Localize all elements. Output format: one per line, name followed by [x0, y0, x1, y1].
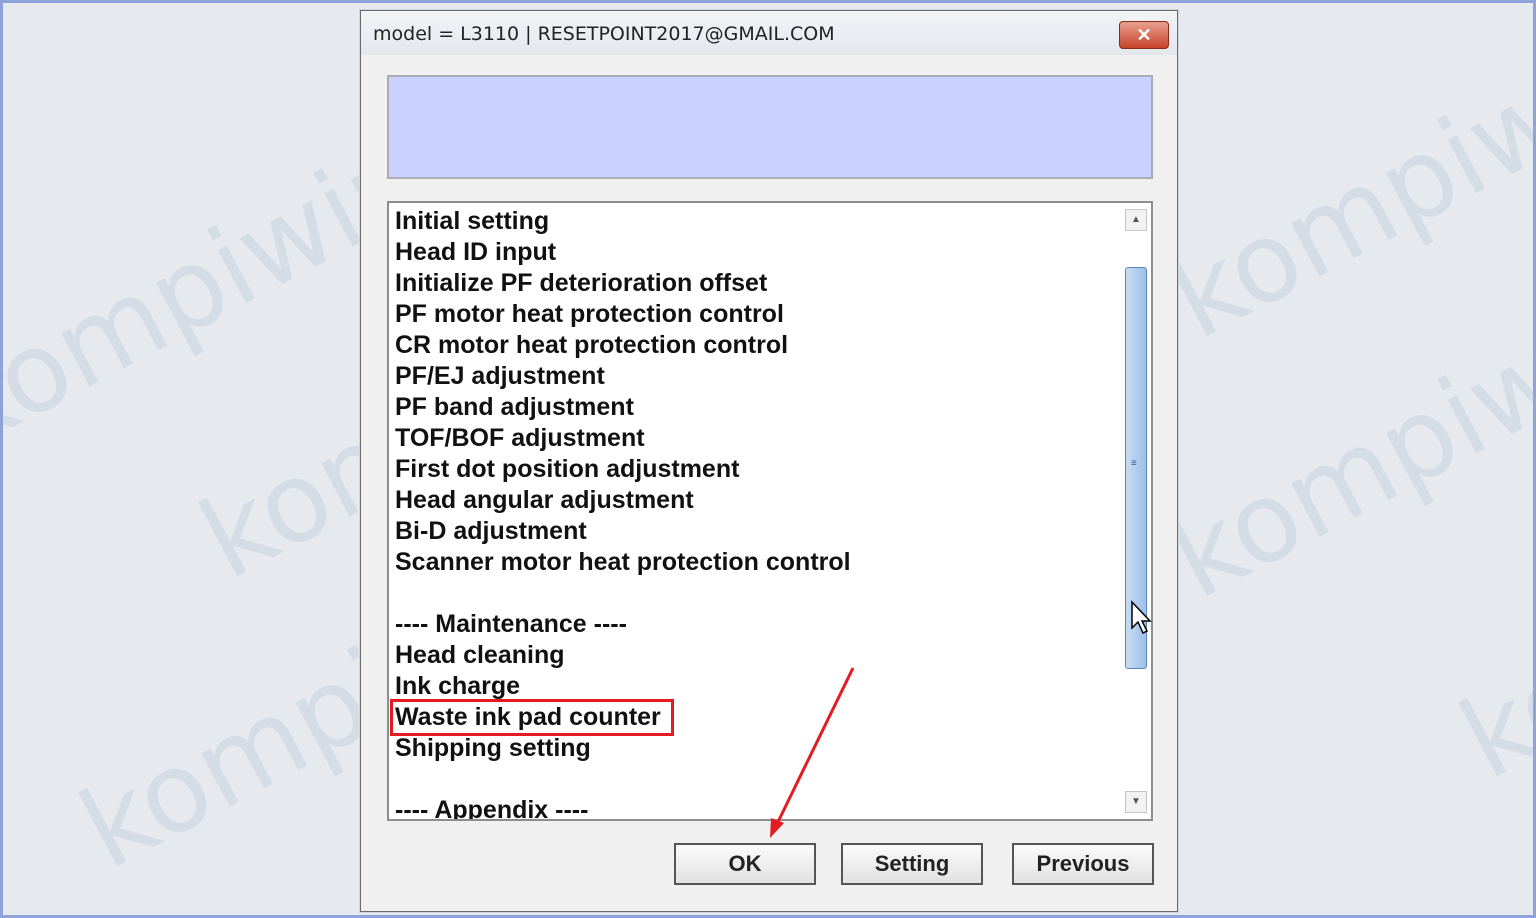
list-item[interactable]: PF motor heat protection control	[393, 299, 1121, 330]
list-item[interactable]: ---- Appendix ----	[393, 795, 1121, 819]
list-item[interactable]: PF/EJ adjustment	[393, 361, 1121, 392]
resetter-window: model = L3110 | RESETPOINT2017@GMAIL.COM…	[360, 10, 1178, 912]
list-item[interactable]: Waste ink pad counter	[390, 699, 674, 736]
setting-button[interactable]: Setting	[841, 843, 983, 885]
list-item[interactable]: CR motor heat protection control	[393, 330, 1121, 361]
list-item[interactable]: PF band adjustment	[393, 392, 1121, 423]
list-item[interactable]: First dot position adjustment	[393, 454, 1121, 485]
list-item[interactable]: Head cleaning	[393, 640, 1121, 671]
list-item[interactable]: Initial setting	[393, 206, 1121, 237]
watermark: kompiwin	[1440, 444, 1536, 804]
window-title: model = L3110 | RESETPOINT2017@GMAIL.COM	[373, 23, 835, 45]
vertical-scrollbar[interactable]: ▲ ≡ ▼	[1125, 209, 1147, 813]
list-item[interactable]: Bi-D adjustment	[393, 516, 1121, 547]
title-bar: model = L3110 | RESETPOINT2017@GMAIL.COM…	[361, 11, 1177, 55]
function-listbox[interactable]: Initial setting Head ID input Initialize P…	[387, 201, 1153, 821]
watermark: kompiwin	[1150, 4, 1536, 364]
list-item[interactable]: Scanner motor heat protection control	[393, 547, 1121, 578]
list-item[interactable]: ---- Maintenance ----	[393, 609, 1121, 640]
watermark: kompiwin	[1150, 264, 1536, 624]
ok-button[interactable]: OK	[674, 843, 816, 885]
scroll-down-arrow-icon[interactable]: ▼	[1125, 791, 1147, 813]
list-item[interactable]: Head ID input	[393, 237, 1121, 268]
grip-icon: ≡	[1131, 458, 1137, 469]
mouse-cursor-icon	[1131, 600, 1152, 635]
list-item[interactable]: Initialize PF deterioration offset	[393, 268, 1121, 299]
list-item[interactable]: TOF/BOF adjustment	[393, 423, 1121, 454]
list-items: Initial setting Head ID input Initialize P…	[390, 206, 1121, 819]
close-button[interactable]: ✕	[1119, 21, 1169, 49]
list-item[interactable]: Shipping setting	[393, 733, 1121, 764]
scroll-up-arrow-icon[interactable]: ▲	[1125, 209, 1147, 231]
previous-button[interactable]: Previous	[1012, 843, 1154, 885]
status-panel	[387, 75, 1153, 179]
list-item[interactable]: Ink charge	[393, 671, 1121, 702]
list-item[interactable]: Head angular adjustment	[393, 485, 1121, 516]
